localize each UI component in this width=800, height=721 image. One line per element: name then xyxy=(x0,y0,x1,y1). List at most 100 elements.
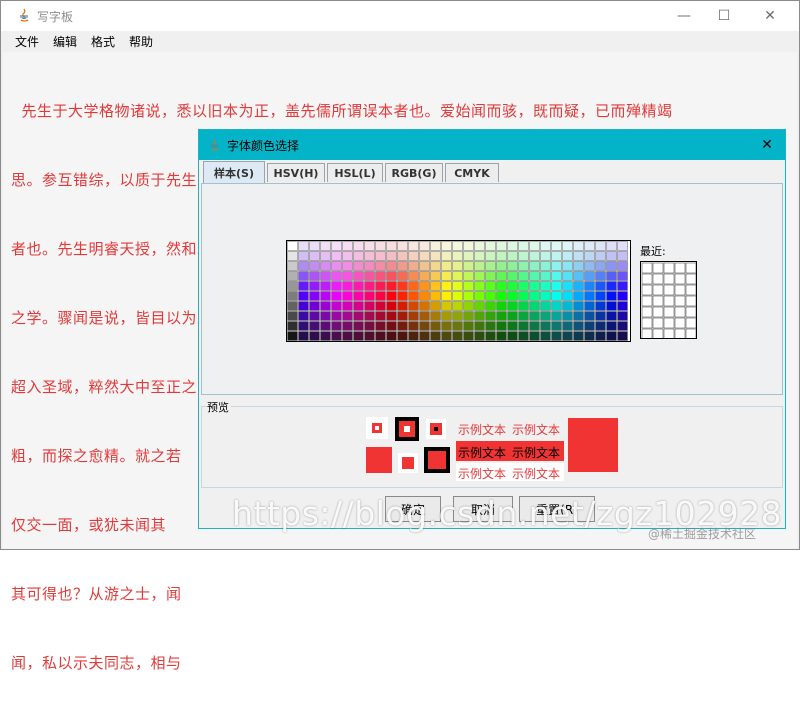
color-swatch[interactable] xyxy=(573,311,584,321)
color-swatch[interactable] xyxy=(452,331,463,341)
color-swatch[interactable] xyxy=(529,251,540,261)
color-swatch[interactable] xyxy=(287,311,298,321)
color-swatch[interactable] xyxy=(298,291,309,301)
color-swatch[interactable] xyxy=(309,271,320,281)
color-swatch[interactable] xyxy=(595,301,606,311)
color-swatch[interactable] xyxy=(518,241,529,251)
tab-rgb[interactable]: RGB(G) xyxy=(385,163,443,182)
color-swatch[interactable] xyxy=(562,241,573,251)
color-swatch[interactable] xyxy=(441,291,452,301)
color-swatch[interactable] xyxy=(595,271,606,281)
color-swatch[interactable] xyxy=(529,321,540,331)
recent-swatch[interactable] xyxy=(641,284,653,296)
menu-help[interactable]: 帮助 xyxy=(129,33,153,50)
color-swatch[interactable] xyxy=(573,261,584,271)
color-swatch[interactable] xyxy=(320,271,331,281)
color-swatch[interactable] xyxy=(364,261,375,271)
color-swatch[interactable] xyxy=(452,251,463,261)
color-swatch[interactable] xyxy=(364,291,375,301)
color-swatch[interactable] xyxy=(397,331,408,341)
color-swatch[interactable] xyxy=(551,291,562,301)
color-swatch[interactable] xyxy=(562,301,573,311)
color-swatch[interactable] xyxy=(584,251,595,261)
color-swatch[interactable] xyxy=(617,241,628,251)
color-swatch[interactable] xyxy=(386,251,397,261)
recent-swatch[interactable] xyxy=(674,262,686,274)
color-swatch[interactable] xyxy=(430,281,441,291)
recent-swatch[interactable] xyxy=(652,262,664,274)
color-swatch[interactable] xyxy=(353,331,364,341)
color-swatch[interactable] xyxy=(364,321,375,331)
color-swatch[interactable] xyxy=(353,301,364,311)
color-swatch[interactable] xyxy=(353,291,364,301)
color-swatch[interactable] xyxy=(540,241,551,251)
color-swatch[interactable] xyxy=(298,281,309,291)
color-swatch[interactable] xyxy=(353,281,364,291)
color-swatch[interactable] xyxy=(375,271,386,281)
recent-swatch[interactable] xyxy=(652,328,664,339)
color-swatch[interactable] xyxy=(452,321,463,331)
color-swatch[interactable] xyxy=(441,281,452,291)
color-swatch[interactable] xyxy=(353,241,364,251)
color-swatch[interactable] xyxy=(529,281,540,291)
color-swatch[interactable] xyxy=(430,291,441,301)
color-swatch[interactable] xyxy=(331,301,342,311)
color-swatch[interactable] xyxy=(474,331,485,341)
color-swatch[interactable] xyxy=(441,271,452,281)
color-swatch[interactable] xyxy=(320,321,331,331)
color-swatch[interactable] xyxy=(309,331,320,341)
color-swatch[interactable] xyxy=(430,301,441,311)
recent-swatch[interactable] xyxy=(652,284,664,296)
color-swatch[interactable] xyxy=(364,311,375,321)
color-swatch[interactable] xyxy=(331,321,342,331)
color-swatch[interactable] xyxy=(573,321,584,331)
color-swatch[interactable] xyxy=(441,301,452,311)
color-swatch[interactable] xyxy=(386,301,397,311)
color-swatch[interactable] xyxy=(298,271,309,281)
color-swatch[interactable] xyxy=(298,241,309,251)
color-swatch[interactable] xyxy=(485,331,496,341)
recent-swatch[interactable] xyxy=(641,328,653,339)
color-swatch[interactable] xyxy=(331,261,342,271)
color-swatch[interactable] xyxy=(551,331,562,341)
menu-edit[interactable]: 编辑 xyxy=(53,33,77,50)
color-swatch[interactable] xyxy=(331,241,342,251)
color-swatch[interactable] xyxy=(441,241,452,251)
color-swatch[interactable] xyxy=(353,311,364,321)
recent-swatch[interactable] xyxy=(663,284,675,296)
color-swatch[interactable] xyxy=(496,291,507,301)
color-swatch[interactable] xyxy=(342,331,353,341)
color-swatch[interactable] xyxy=(584,291,595,301)
color-swatch[interactable] xyxy=(430,241,441,251)
recent-swatch[interactable] xyxy=(663,328,675,339)
recent-swatch[interactable] xyxy=(674,284,686,296)
color-swatch[interactable] xyxy=(320,331,331,341)
recent-swatch[interactable] xyxy=(685,328,696,339)
color-swatch[interactable] xyxy=(518,311,529,321)
color-swatch[interactable] xyxy=(309,301,320,311)
color-swatch[interactable] xyxy=(441,311,452,321)
color-swatch[interactable] xyxy=(331,311,342,321)
color-swatch[interactable] xyxy=(540,261,551,271)
recent-swatch[interactable] xyxy=(641,317,653,329)
color-swatch[interactable] xyxy=(397,241,408,251)
recent-swatch[interactable] xyxy=(674,295,686,307)
color-swatch[interactable] xyxy=(452,261,463,271)
recent-swatch[interactable] xyxy=(685,306,696,318)
color-swatch[interactable] xyxy=(430,331,441,341)
color-swatch[interactable] xyxy=(551,261,562,271)
color-swatch[interactable] xyxy=(540,281,551,291)
recent-swatch[interactable] xyxy=(674,273,686,285)
color-swatch[interactable] xyxy=(342,291,353,301)
color-swatch[interactable] xyxy=(452,311,463,321)
color-swatch[interactable] xyxy=(474,321,485,331)
color-swatch[interactable] xyxy=(320,281,331,291)
color-swatch[interactable] xyxy=(386,311,397,321)
color-swatch[interactable] xyxy=(342,261,353,271)
color-swatch[interactable] xyxy=(485,311,496,321)
color-swatch[interactable] xyxy=(375,281,386,291)
color-swatch[interactable] xyxy=(419,251,430,261)
color-swatch[interactable] xyxy=(518,271,529,281)
color-swatch[interactable] xyxy=(375,291,386,301)
color-swatch[interactable] xyxy=(507,291,518,301)
